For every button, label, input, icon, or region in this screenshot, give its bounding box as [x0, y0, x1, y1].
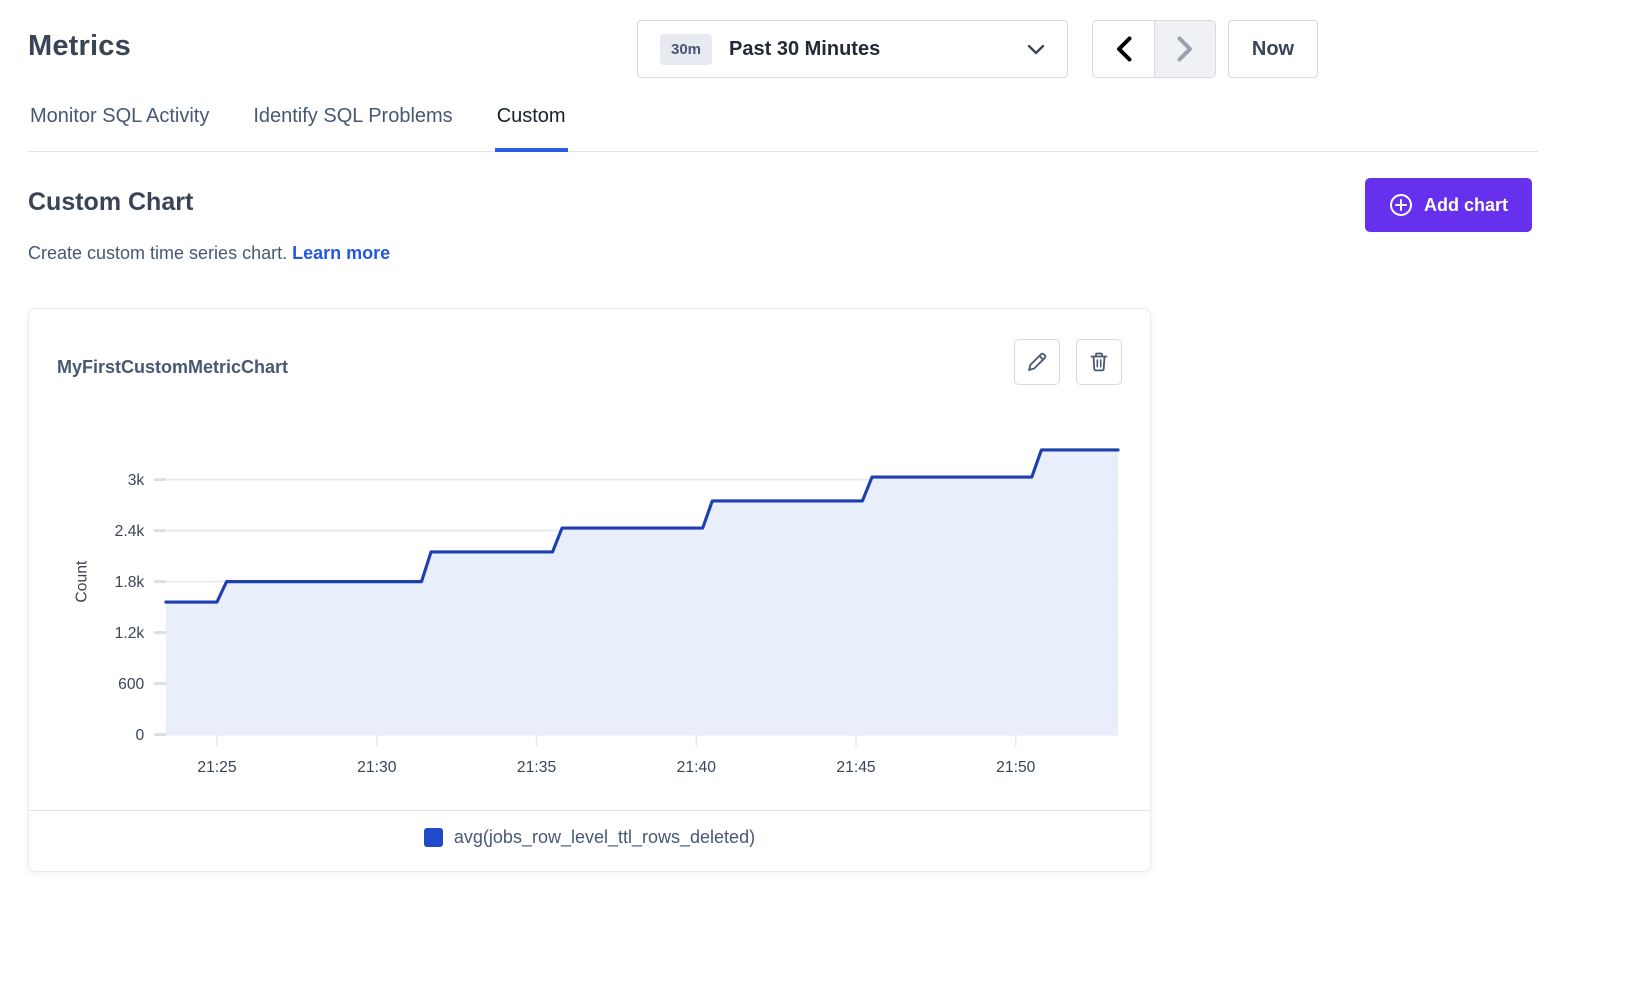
legend-label: avg(jobs_row_level_ttl_rows_deleted) [454, 827, 755, 848]
chart-card-header: MyFirstCustomMetricChart [57, 339, 1122, 385]
page-title: Metrics [28, 30, 131, 63]
x-tick-label: 21:45 [836, 759, 876, 776]
legend-swatch [424, 828, 443, 847]
x-tick-label: 21:25 [197, 759, 237, 776]
chart-card-actions [1014, 339, 1122, 385]
time-range-dropdown[interactable]: 30m Past 30 Minutes [637, 20, 1068, 78]
x-tick-label: 21:30 [357, 759, 397, 776]
x-tick-label: 21:40 [677, 759, 717, 776]
metrics-page: Metrics 30m Past 30 Minutes Now Monitor [0, 0, 1650, 982]
custom-chart-svg: 0 600 1.2k 1.8k 2.4k 3k 21:25 21:30 21:35 21:40 21… [57, 411, 1122, 784]
plus-circle-icon [1389, 193, 1413, 217]
y-tick-label: 1.2k [115, 625, 145, 642]
y-tick-label: 2.4k [115, 523, 145, 540]
metrics-tabs: Monitor SQL Activity Identify SQL Proble… [28, 101, 1538, 152]
tab-identify-sql-problems[interactable]: Identify SQL Problems [251, 101, 454, 152]
y-tick-label: 600 [118, 676, 144, 693]
y-tick-label: 0 [136, 727, 145, 744]
chevron-right-icon [1177, 36, 1193, 62]
now-button[interactable]: Now [1228, 20, 1318, 78]
previous-time-button[interactable] [1093, 21, 1154, 77]
edit-chart-button[interactable] [1014, 339, 1060, 385]
next-time-button[interactable] [1154, 21, 1215, 77]
series-area [166, 450, 1118, 735]
x-tick-label: 21:35 [517, 759, 557, 776]
y-tick-label: 3k [128, 472, 145, 489]
section-description: Create custom time series chart. Learn m… [28, 243, 390, 264]
add-chart-label: Add chart [1424, 195, 1508, 216]
tab-custom[interactable]: Custom [495, 101, 568, 152]
y-axis-label: Count [73, 560, 90, 603]
time-step-buttons [1092, 20, 1216, 78]
section-title: Custom Chart [28, 188, 193, 217]
custom-chart-card: MyFirstCustomMetricChart [28, 308, 1151, 872]
chevron-down-icon [1027, 44, 1045, 55]
learn-more-link[interactable]: Learn more [292, 243, 390, 263]
chart-legend: avg(jobs_row_level_ttl_rows_deleted) [57, 811, 1122, 868]
trash-icon [1087, 350, 1111, 374]
chart-title: MyFirstCustomMetricChart [57, 339, 288, 378]
time-controls: 30m Past 30 Minutes Now [637, 20, 1318, 78]
section-description-text: Create custom time series chart. [28, 243, 287, 263]
time-range-label: Past 30 Minutes [729, 38, 1027, 61]
x-tick-label: 21:50 [996, 759, 1036, 776]
delete-chart-button[interactable] [1076, 339, 1122, 385]
chevron-left-icon [1116, 36, 1132, 62]
tab-monitor-sql-activity[interactable]: Monitor SQL Activity [28, 101, 211, 152]
chart-area: 0 600 1.2k 1.8k 2.4k 3k 21:25 21:30 21:35 21:40 21… [57, 411, 1122, 784]
y-tick-label: 1.8k [115, 574, 145, 591]
add-chart-button[interactable]: Add chart [1365, 178, 1532, 232]
time-range-badge: 30m [660, 34, 712, 65]
pencil-icon [1025, 350, 1049, 374]
